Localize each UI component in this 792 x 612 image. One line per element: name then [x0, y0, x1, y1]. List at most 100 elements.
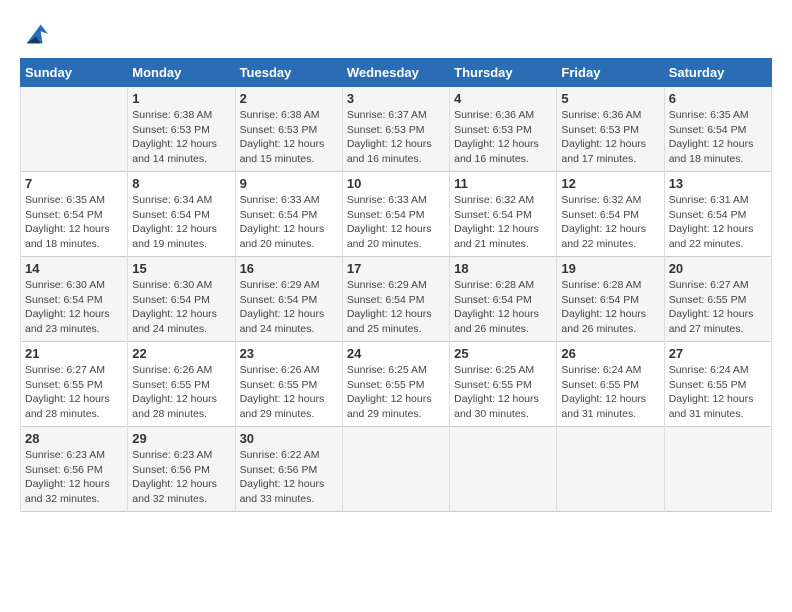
calendar-cell: 12 Sunrise: 6:32 AMSunset: 6:54 PMDayligh… [557, 172, 664, 257]
day-info: Sunrise: 6:27 AMSunset: 6:55 PMDaylight:… [669, 278, 767, 337]
calendar-week-row: 21 Sunrise: 6:27 AMSunset: 6:55 PMDayligh… [21, 342, 772, 427]
day-number: 2 [240, 91, 338, 106]
day-number: 8 [132, 176, 230, 191]
calendar-cell: 9Sunrise: 6:33 AMSunset: 6:54 PMDaylight… [235, 172, 342, 257]
day-info: Sunrise: 6:23 AMSunset: 6:56 PMDaylight:… [132, 448, 230, 507]
calendar-cell: 2 Sunrise: 6:38 AMSunset: 6:53 PMDaylight… [235, 87, 342, 172]
calendar-week-row: 14 Sunrise: 6:30 AMSunset: 6:54 PMDayligh… [21, 257, 772, 342]
calendar-cell: 18Sunrise: 6:28 AMSunset: 6:54 PMDayligh… [450, 257, 557, 342]
calendar-cell: 16 Sunrise: 6:29 AMSunset: 6:54 PMDayligh… [235, 257, 342, 342]
day-info: Sunrise: 6:35 AMSunset: 6:54 PMDaylight:… [25, 193, 123, 252]
day-number: 13 [669, 176, 767, 191]
day-number: 5 [561, 91, 659, 106]
calendar-cell: 25 Sunrise: 6:25 AMSunset: 6:55 PMDayligh… [450, 342, 557, 427]
day-info: Sunrise: 6:24 AMSunset: 6:55 PMDaylight:… [561, 363, 659, 422]
day-info: Sunrise: 6:24 AMSunset: 6:55 PMDaylight:… [669, 363, 767, 422]
calendar-cell [21, 87, 128, 172]
day-number: 21 [25, 346, 123, 361]
day-number: 29 [132, 431, 230, 446]
day-info: Sunrise: 6:27 AMSunset: 6:55 PMDaylight:… [25, 363, 123, 422]
day-header-tuesday: Tuesday [235, 59, 342, 87]
day-header-thursday: Thursday [450, 59, 557, 87]
day-number: 10 [347, 176, 445, 191]
day-info: Sunrise: 6:32 AMSunset: 6:54 PMDaylight:… [454, 193, 552, 252]
calendar-cell: 20 Sunrise: 6:27 AMSunset: 6:55 PMDayligh… [664, 257, 771, 342]
calendar-cell [664, 427, 771, 512]
day-info: Sunrise: 6:36 AMSunset: 6:53 PMDaylight:… [454, 108, 552, 167]
calendar-cell: 23 Sunrise: 6:26 AMSunset: 6:55 PMDayligh… [235, 342, 342, 427]
calendar-cell: 26 Sunrise: 6:24 AMSunset: 6:55 PMDayligh… [557, 342, 664, 427]
logo [20, 20, 50, 48]
day-info: Sunrise: 6:29 AMSunset: 6:54 PMDaylight:… [347, 278, 445, 337]
day-number: 27 [669, 346, 767, 361]
day-info: Sunrise: 6:30 AMSunset: 6:54 PMDaylight:… [25, 278, 123, 337]
day-number: 1 [132, 91, 230, 106]
day-info: Sunrise: 6:22 AMSunset: 6:56 PMDaylight:… [240, 448, 338, 507]
calendar-cell: 1 Sunrise: 6:38 AMSunset: 6:53 PMDaylight… [128, 87, 235, 172]
calendar-cell: 10 Sunrise: 6:33 AMSunset: 6:54 PMDayligh… [342, 172, 449, 257]
day-header-friday: Friday [557, 59, 664, 87]
day-info: Sunrise: 6:30 AMSunset: 6:54 PMDaylight:… [132, 278, 230, 337]
day-info: Sunrise: 6:33 AMSunset: 6:54 PMDaylight:… [347, 193, 445, 252]
calendar-cell: 3 Sunrise: 6:37 AMSunset: 6:53 PMDaylight… [342, 87, 449, 172]
day-info: Sunrise: 6:23 AMSunset: 6:56 PMDaylight:… [25, 448, 123, 507]
day-number: 17 [347, 261, 445, 276]
day-number: 22 [132, 346, 230, 361]
day-number: 9 [240, 176, 338, 191]
day-number: 26 [561, 346, 659, 361]
calendar-cell [450, 427, 557, 512]
day-number: 15 [132, 261, 230, 276]
day-number: 23 [240, 346, 338, 361]
day-number: 4 [454, 91, 552, 106]
day-number: 20 [669, 261, 767, 276]
day-number: 3 [347, 91, 445, 106]
day-info: Sunrise: 6:31 AMSunset: 6:54 PMDaylight:… [669, 193, 767, 252]
day-info: Sunrise: 6:35 AMSunset: 6:54 PMDaylight:… [669, 108, 767, 167]
day-header-monday: Monday [128, 59, 235, 87]
day-number: 16 [240, 261, 338, 276]
day-number: 11 [454, 176, 552, 191]
calendar-cell: 29 Sunrise: 6:23 AMSunset: 6:56 PMDayligh… [128, 427, 235, 512]
calendar-cell: 4 Sunrise: 6:36 AMSunset: 6:53 PMDaylight… [450, 87, 557, 172]
calendar-cell: 15 Sunrise: 6:30 AMSunset: 6:54 PMDayligh… [128, 257, 235, 342]
calendar-cell: 11 Sunrise: 6:32 AMSunset: 6:54 PMDayligh… [450, 172, 557, 257]
day-info: Sunrise: 6:29 AMSunset: 6:54 PMDaylight:… [240, 278, 338, 337]
calendar-cell: 19 Sunrise: 6:28 AMSunset: 6:54 PMDayligh… [557, 257, 664, 342]
day-header-sunday: Sunday [21, 59, 128, 87]
calendar-cell: 8 Sunrise: 6:34 AMSunset: 6:54 PMDaylight… [128, 172, 235, 257]
day-info: Sunrise: 6:36 AMSunset: 6:53 PMDaylight:… [561, 108, 659, 167]
calendar-cell: 6 Sunrise: 6:35 AMSunset: 6:54 PMDaylight… [664, 87, 771, 172]
day-header-wednesday: Wednesday [342, 59, 449, 87]
day-info: Sunrise: 6:38 AMSunset: 6:53 PMDaylight:… [240, 108, 338, 167]
day-number: 6 [669, 91, 767, 106]
calendar-week-row: 7 Sunrise: 6:35 AMSunset: 6:54 PMDaylight… [21, 172, 772, 257]
day-number: 24 [347, 346, 445, 361]
day-number: 14 [25, 261, 123, 276]
day-info: Sunrise: 6:25 AMSunset: 6:55 PMDaylight:… [454, 363, 552, 422]
day-info: Sunrise: 6:28 AMSunset: 6:54 PMDaylight:… [561, 278, 659, 337]
day-info: Sunrise: 6:26 AMSunset: 6:55 PMDaylight:… [240, 363, 338, 422]
day-number: 25 [454, 346, 552, 361]
day-header-saturday: Saturday [664, 59, 771, 87]
calendar-week-row: 1 Sunrise: 6:38 AMSunset: 6:53 PMDaylight… [21, 87, 772, 172]
calendar-cell [557, 427, 664, 512]
calendar-week-row: 28Sunrise: 6:23 AMSunset: 6:56 PMDayligh… [21, 427, 772, 512]
day-number: 19 [561, 261, 659, 276]
day-number: 12 [561, 176, 659, 191]
calendar-cell: 7 Sunrise: 6:35 AMSunset: 6:54 PMDaylight… [21, 172, 128, 257]
calendar-cell: 5 Sunrise: 6:36 AMSunset: 6:53 PMDaylight… [557, 87, 664, 172]
calendar-cell: 30 Sunrise: 6:22 AMSunset: 6:56 PMDayligh… [235, 427, 342, 512]
calendar-cell: 14 Sunrise: 6:30 AMSunset: 6:54 PMDayligh… [21, 257, 128, 342]
day-info: Sunrise: 6:25 AMSunset: 6:55 PMDaylight:… [347, 363, 445, 422]
calendar-cell: 21 Sunrise: 6:27 AMSunset: 6:55 PMDayligh… [21, 342, 128, 427]
day-number: 30 [240, 431, 338, 446]
calendar-cell: 24 Sunrise: 6:25 AMSunset: 6:55 PMDayligh… [342, 342, 449, 427]
calendar-cell: 13 Sunrise: 6:31 AMSunset: 6:54 PMDayligh… [664, 172, 771, 257]
calendar-cell: 28Sunrise: 6:23 AMSunset: 6:56 PMDayligh… [21, 427, 128, 512]
day-info: Sunrise: 6:37 AMSunset: 6:53 PMDaylight:… [347, 108, 445, 167]
day-number: 7 [25, 176, 123, 191]
day-info: Sunrise: 6:38 AMSunset: 6:53 PMDaylight:… [132, 108, 230, 167]
day-info: Sunrise: 6:32 AMSunset: 6:54 PMDaylight:… [561, 193, 659, 252]
day-info: Sunrise: 6:34 AMSunset: 6:54 PMDaylight:… [132, 193, 230, 252]
calendar-header-row: SundayMondayTuesdayWednesdayThursdayFrid… [21, 59, 772, 87]
